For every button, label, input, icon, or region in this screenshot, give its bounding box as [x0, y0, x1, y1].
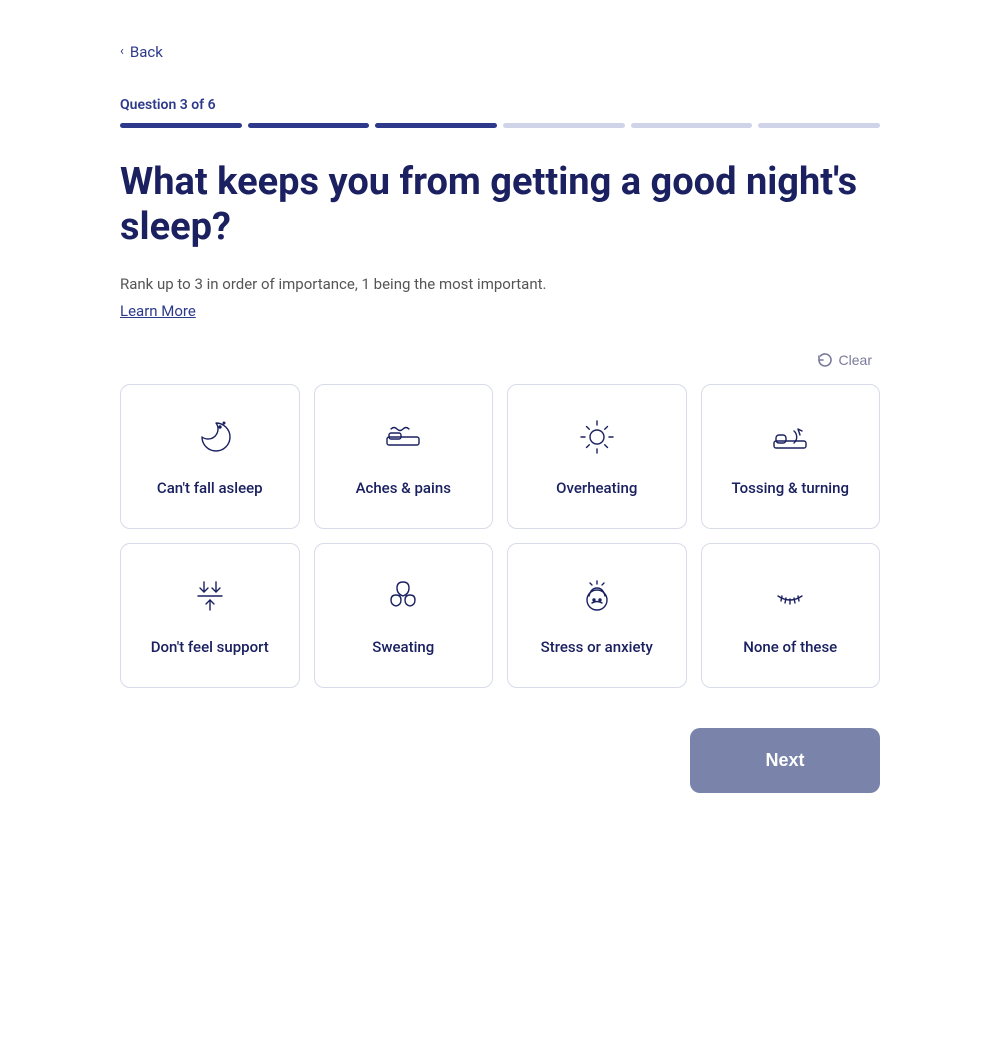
option-overheating[interactable]: Overheating [507, 384, 687, 529]
question-label: Question 3 of 6 [120, 97, 880, 113]
refresh-icon [817, 352, 833, 368]
option-none[interactable]: None of these [701, 543, 881, 688]
option-cant-fall-asleep-label: Can't fall asleep [157, 479, 263, 499]
option-stress-anxiety[interactable]: Stress or anxiety [507, 543, 687, 688]
option-none-label: None of these [743, 638, 837, 658]
page-container: ‹ Back Question 3 of 6 What keeps you fr… [40, 0, 960, 833]
instruction-text: Rank up to 3 in order of importance, 1 b… [120, 275, 880, 293]
option-stress-anxiety-label: Stress or anxiety [541, 638, 653, 658]
support-icon [186, 572, 234, 620]
progress-seg-4 [503, 123, 625, 128]
anxiety-icon [573, 572, 621, 620]
footer-row: Next [120, 728, 880, 793]
question-title: What keeps you from getting a good night… [120, 160, 880, 251]
option-tossing-turning-label: Tossing & turning [732, 479, 850, 499]
clear-button[interactable]: Clear [809, 348, 880, 372]
progress-seg-3 [375, 123, 497, 128]
tossing-icon [766, 413, 814, 461]
progress-bar [120, 123, 880, 128]
option-cant-fall-asleep[interactable]: Can't fall asleep [120, 384, 300, 529]
progress-seg-6 [758, 123, 880, 128]
option-dont-feel-support-label: Don't feel support [151, 638, 269, 658]
option-aches-pains-label: Aches & pains [356, 479, 451, 499]
eye-closed-icon [766, 572, 814, 620]
clear-label: Clear [839, 352, 872, 368]
option-tossing-turning[interactable]: Tossing & turning [701, 384, 881, 529]
option-sweating-label: Sweating [372, 638, 434, 658]
progress-seg-2 [248, 123, 370, 128]
back-label: Back [130, 43, 163, 61]
options-grid: Can't fall asleep Aches & pains [120, 384, 880, 688]
progress-seg-5 [631, 123, 753, 128]
learn-more-link[interactable]: Learn More [120, 302, 196, 320]
option-sweating[interactable]: Sweating [314, 543, 494, 688]
aches-icon [379, 413, 427, 461]
chevron-left-icon: ‹ [120, 44, 124, 59]
progress-seg-1 [120, 123, 242, 128]
option-overheating-label: Overheating [556, 479, 637, 499]
clear-row: Clear [120, 348, 880, 372]
sun-icon [573, 413, 621, 461]
back-link[interactable]: ‹ Back [120, 43, 163, 61]
option-dont-feel-support[interactable]: Don't feel support [120, 543, 300, 688]
moon-icon [186, 413, 234, 461]
drops-icon [379, 572, 427, 620]
next-button[interactable]: Next [690, 728, 880, 793]
option-aches-pains[interactable]: Aches & pains [314, 384, 494, 529]
